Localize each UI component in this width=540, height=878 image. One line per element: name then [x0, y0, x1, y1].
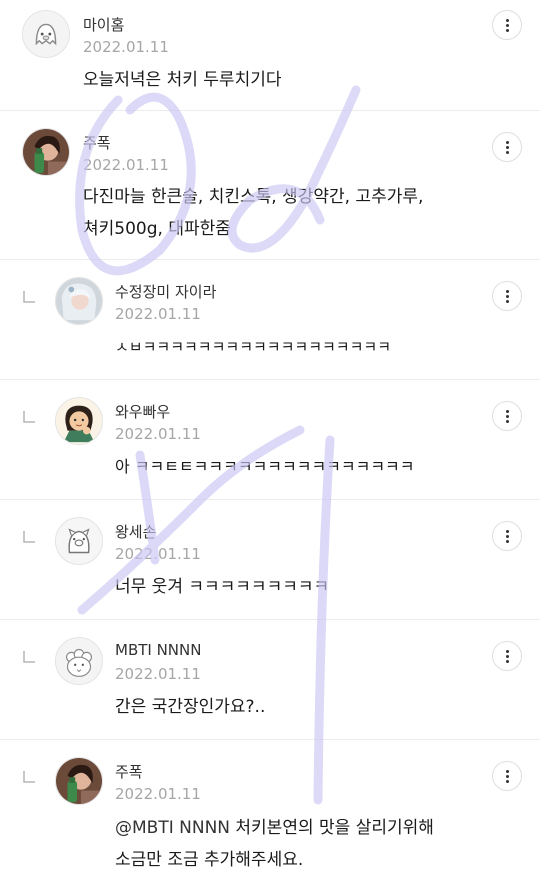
more-options-button[interactable] [492, 761, 522, 791]
comment-date: 2022.01.11 [115, 305, 201, 323]
reply-arrow-icon [22, 410, 36, 424]
comment-author[interactable]: 주폭 [115, 761, 143, 782]
reply-item: 주폭 2022.01.11 @MBTI NNNN 처키본연의 맛을 살리기위해 … [0, 740, 540, 878]
pig-mascot-avatar-icon[interactable] [55, 517, 103, 565]
more-options-button[interactable] [492, 10, 522, 40]
comment-text: 오늘저녁은 처키 두루치기다 [83, 70, 282, 90]
reply-item: 수정장미 자이라 2022.01.11 ㅅㅂㅋㅋㅋㅋㅋㅋㅋㅋㅋㅋㅋㅋㅋㅋㅋㅋㅋㅋ [0, 260, 540, 380]
comment-author[interactable]: 와우빠우 [115, 401, 170, 422]
comment-text-line: @MBTI NNNN 처키본연의 맛을 살리기위해 [115, 812, 434, 844]
more-options-button[interactable] [492, 281, 522, 311]
reply-item: 왕세손 2022.01.11 너무 웃겨 ㅋㅋㅋㅋㅋㅋㅋㅋㅋ [0, 500, 540, 620]
more-options-button[interactable] [492, 521, 522, 551]
comment-text: 아 ㅋㅋㅌㅌㅋㅋㅋㅋㅋㅋㅋㅋㅋㅋㅋㅋㅋㅋㅋ [115, 457, 415, 476]
reply-item: MBTI NNNN 2022.01.11 간은 국간장인가요?.. [0, 620, 540, 740]
comment-text: 너무 웃겨 ㅋㅋㅋㅋㅋㅋㅋㅋㅋ [115, 577, 330, 597]
more-options-button[interactable] [492, 641, 522, 671]
reply-arrow-icon [22, 770, 36, 784]
comment-date: 2022.01.11 [115, 785, 201, 803]
reply-item: 와우빠우 2022.01.11 아 ㅋㅋㅌㅌㅋㅋㅋㅋㅋㅋㅋㅋㅋㅋㅋㅋㅋㅋㅋ [0, 380, 540, 500]
comment-author[interactable]: 주폭 [83, 132, 111, 153]
comment-item: 마이홈 2022.01.11 오늘저녁은 처키 두루치기다 [0, 0, 540, 111]
comment-author[interactable]: MBTI NNNN [115, 641, 201, 659]
comment-date: 2022.01.11 [115, 545, 201, 563]
reply-arrow-icon [22, 650, 36, 664]
comment-author[interactable]: 수정장미 자이라 [115, 281, 216, 302]
comment-date: 2022.01.11 [115, 425, 201, 443]
comment-date: 2022.01.11 [83, 156, 169, 174]
more-options-button[interactable] [492, 132, 522, 162]
comment-text-line: 쳐키500g, 대파한줌 [83, 219, 231, 239]
sheep-mascot-avatar-icon[interactable] [55, 637, 103, 685]
reply-arrow-icon [22, 290, 36, 304]
comment-text: ㅅㅂㅋㅋㅋㅋㅋㅋㅋㅋㅋㅋㅋㅋㅋㅋㅋㅋㅋㅋ [115, 338, 392, 356]
ghost-mascot-avatar-icon[interactable] [22, 10, 70, 58]
comment-text-line: 소금만 조금 추가해주세요. [115, 850, 304, 870]
comment-date: 2022.01.11 [115, 665, 201, 683]
mention-link[interactable]: @MBTI NNNN [115, 818, 230, 838]
comment-date: 2022.01.11 [83, 38, 169, 56]
comment-item: 주폭 2022.01.11 다진마늘 한큰술, 치킨스톡, 생강약간, 고추가루… [0, 111, 540, 260]
comment-text: 처키본연의 맛을 살리기위해 [230, 818, 434, 838]
comment-text: 간은 국간장인가요?.. [115, 697, 266, 717]
fantasy-character-avatar-icon[interactable] [55, 277, 103, 325]
comment-author[interactable]: 마이홈 [83, 14, 124, 35]
more-options-button[interactable] [492, 401, 522, 431]
person-drinking-avatar-icon[interactable] [55, 757, 103, 805]
comment-text-line: 다진마늘 한큰술, 치킨스톡, 생강약간, 고추가루, [83, 187, 424, 207]
comment-author[interactable]: 왕세손 [115, 521, 156, 542]
reply-arrow-icon [22, 530, 36, 544]
person-drinking-avatar-icon[interactable] [22, 128, 70, 176]
cartoon-woman-avatar-icon[interactable] [55, 397, 103, 445]
comment-list: 마이홈 2022.01.11 오늘저녁은 처키 두루치기다 주폭 2022.01… [0, 0, 540, 878]
